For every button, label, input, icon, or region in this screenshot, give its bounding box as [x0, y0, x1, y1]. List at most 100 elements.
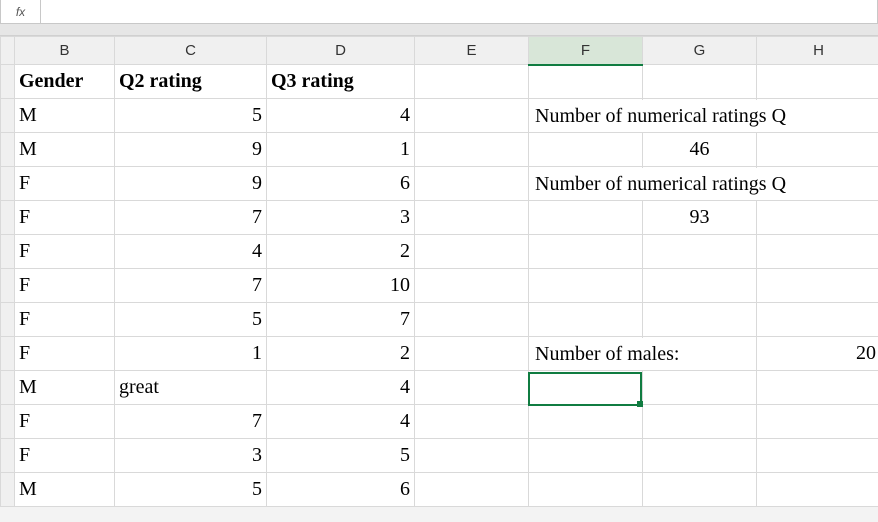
col-header-e[interactable]: E: [415, 37, 529, 65]
cell[interactable]: 3: [267, 201, 415, 235]
cell[interactable]: F: [15, 201, 115, 235]
row-gutter[interactable]: [1, 65, 15, 99]
cell[interactable]: great: [115, 371, 267, 405]
cell[interactable]: [757, 371, 878, 405]
cell[interactable]: [529, 439, 643, 473]
cell[interactable]: 7: [115, 201, 267, 235]
cell[interactable]: [415, 439, 529, 473]
row-gutter[interactable]: [1, 99, 15, 133]
row-gutter[interactable]: [1, 133, 15, 167]
cell[interactable]: [529, 201, 643, 235]
cell[interactable]: 5: [267, 439, 415, 473]
cell[interactable]: 1: [267, 133, 415, 167]
cell[interactable]: [415, 133, 529, 167]
cell[interactable]: 5: [115, 99, 267, 133]
cell[interactable]: F: [15, 303, 115, 337]
cell[interactable]: 4: [115, 235, 267, 269]
cell[interactable]: 5: [115, 303, 267, 337]
cell[interactable]: 2: [267, 235, 415, 269]
cell[interactable]: 46: [643, 133, 757, 167]
cell[interactable]: 6: [267, 473, 415, 507]
cell[interactable]: 4: [267, 99, 415, 133]
col-header-c[interactable]: C: [115, 37, 267, 65]
cell[interactable]: [529, 133, 643, 167]
cell[interactable]: M: [15, 473, 115, 507]
row-gutter[interactable]: [1, 473, 15, 507]
cell[interactable]: [757, 235, 878, 269]
row-gutter[interactable]: [1, 371, 15, 405]
cell[interactable]: Q3 rating: [267, 65, 415, 99]
row-gutter[interactable]: [1, 439, 15, 473]
cell[interactable]: [415, 235, 529, 269]
cell[interactable]: [643, 439, 757, 473]
cell[interactable]: [415, 371, 529, 405]
formula-input[interactable]: [41, 0, 877, 23]
cell[interactable]: [415, 201, 529, 235]
row-gutter[interactable]: [1, 303, 15, 337]
cell[interactable]: Gender: [15, 65, 115, 99]
cell[interactable]: [415, 303, 529, 337]
cell[interactable]: [529, 235, 643, 269]
cell[interactable]: [643, 303, 757, 337]
col-header-d[interactable]: D: [267, 37, 415, 65]
cell[interactable]: [415, 337, 529, 371]
cell[interactable]: [415, 405, 529, 439]
cell[interactable]: M: [15, 133, 115, 167]
cell[interactable]: M: [15, 99, 115, 133]
col-header-h[interactable]: H: [757, 37, 878, 65]
col-header-b[interactable]: B: [15, 37, 115, 65]
cell[interactable]: 7: [115, 405, 267, 439]
cell[interactable]: 6: [267, 167, 415, 201]
cell[interactable]: [529, 65, 643, 99]
cell[interactable]: [757, 439, 878, 473]
cell[interactable]: [757, 473, 878, 507]
cell[interactable]: [415, 473, 529, 507]
col-header-f[interactable]: F: [529, 37, 643, 65]
cell[interactable]: F: [15, 167, 115, 201]
corner-cell[interactable]: [1, 37, 15, 65]
cell[interactable]: [643, 235, 757, 269]
cell[interactable]: M: [15, 371, 115, 405]
cell[interactable]: [757, 133, 878, 167]
cell[interactable]: [757, 269, 878, 303]
cell[interactable]: [415, 99, 529, 133]
cell[interactable]: [529, 303, 643, 337]
cell[interactable]: [643, 371, 757, 405]
cell[interactable]: 20: [757, 337, 878, 371]
cell[interactable]: 3: [115, 439, 267, 473]
cell[interactable]: [643, 269, 757, 303]
cell[interactable]: 4: [267, 405, 415, 439]
cell[interactable]: 9: [115, 167, 267, 201]
row-gutter[interactable]: [1, 405, 15, 439]
cell[interactable]: [757, 303, 878, 337]
row-gutter[interactable]: [1, 269, 15, 303]
cell[interactable]: 5: [115, 473, 267, 507]
cell[interactable]: F: [15, 235, 115, 269]
cell[interactable]: [415, 167, 529, 201]
cell[interactable]: 9: [115, 133, 267, 167]
col-header-g[interactable]: G: [643, 37, 757, 65]
cell[interactable]: [643, 405, 757, 439]
cell[interactable]: F: [15, 337, 115, 371]
cell[interactable]: [415, 269, 529, 303]
cell[interactable]: [643, 473, 757, 507]
cell[interactable]: [757, 201, 878, 235]
cell[interactable]: [757, 405, 878, 439]
cell[interactable]: [415, 65, 529, 99]
cell[interactable]: F: [15, 269, 115, 303]
cell[interactable]: 4: [267, 371, 415, 405]
cell[interactable]: 7: [267, 303, 415, 337]
cell[interactable]: [529, 371, 643, 405]
cell[interactable]: F: [15, 439, 115, 473]
cell[interactable]: [529, 405, 643, 439]
row-gutter[interactable]: [1, 167, 15, 201]
cell[interactable]: [529, 473, 643, 507]
cell[interactable]: 93: [643, 201, 757, 235]
row-gutter[interactable]: [1, 201, 15, 235]
cell[interactable]: [529, 269, 643, 303]
cell[interactable]: F: [15, 405, 115, 439]
row-gutter[interactable]: [1, 337, 15, 371]
cell[interactable]: 7: [115, 269, 267, 303]
cell[interactable]: 1: [115, 337, 267, 371]
cell[interactable]: [643, 65, 757, 99]
